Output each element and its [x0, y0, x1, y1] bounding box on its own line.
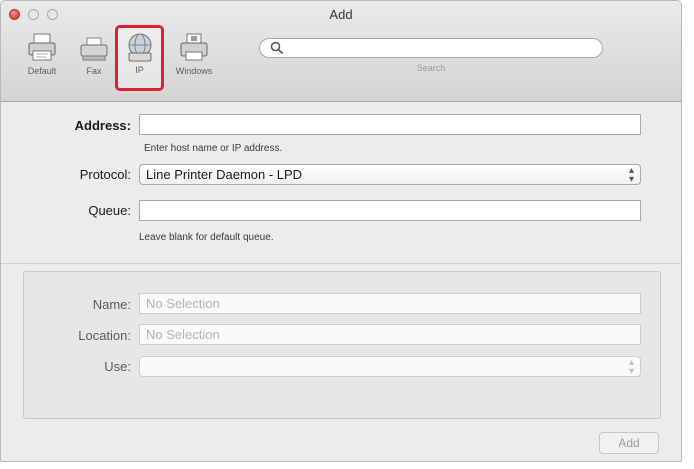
name-input[interactable]: No Selection [139, 293, 641, 314]
globe-icon [128, 33, 151, 62]
search-caption: Search [416, 63, 446, 73]
queue-input[interactable] [139, 200, 641, 221]
protocol-label: Protocol: [79, 167, 131, 182]
popup-arrows-icon: ▴ ▾ [628, 165, 634, 185]
name-label: Name: [92, 297, 131, 312]
toolbar-fax-button[interactable]: Fax [71, 29, 117, 89]
add-button[interactable]: Add [599, 432, 659, 454]
queue-label: Queue: [88, 203, 131, 218]
toolbar-fax-label: Fax [86, 66, 102, 76]
address-hint: Enter host name or IP address. [144, 143, 283, 154]
protocol-popup[interactable]: Line Printer Daemon - LPD ▴ ▾ [139, 164, 641, 185]
search-field[interactable] [259, 38, 603, 58]
toolbar-windows-button[interactable]: Windows [171, 29, 217, 89]
section-divider [1, 263, 681, 264]
toolbar-ip-label: IP [135, 65, 144, 75]
use-popup[interactable]: ▴ ▾ [139, 356, 641, 377]
titlebar: Add Default Fax IP Windows Search [1, 1, 681, 102]
location-label: Location: [78, 328, 131, 343]
toolbar-ip-button[interactable]: IP [115, 25, 164, 91]
address-input[interactable] [139, 114, 641, 135]
windows-printer-icon [180, 33, 208, 61]
printer-icon [28, 33, 56, 61]
toolbar-default-button[interactable]: Default [19, 29, 65, 89]
protocol-value: Line Printer Daemon - LPD [146, 167, 303, 182]
location-input[interactable]: No Selection [139, 324, 641, 345]
window-title: Add [329, 7, 353, 22]
popup-arrows-icon: ▴ ▾ [628, 357, 634, 377]
toolbar-windows-label: Windows [175, 66, 213, 76]
address-label: Address: [74, 118, 131, 133]
fax-icon [80, 37, 108, 61]
queue-hint: Leave blank for default queue. [139, 232, 274, 243]
add-printer-window: Add Default Fax IP Windows Search Addres… [0, 0, 682, 462]
search-icon [270, 41, 284, 55]
toolbar-default-label: Default [27, 66, 57, 76]
use-label: Use: [104, 359, 131, 374]
